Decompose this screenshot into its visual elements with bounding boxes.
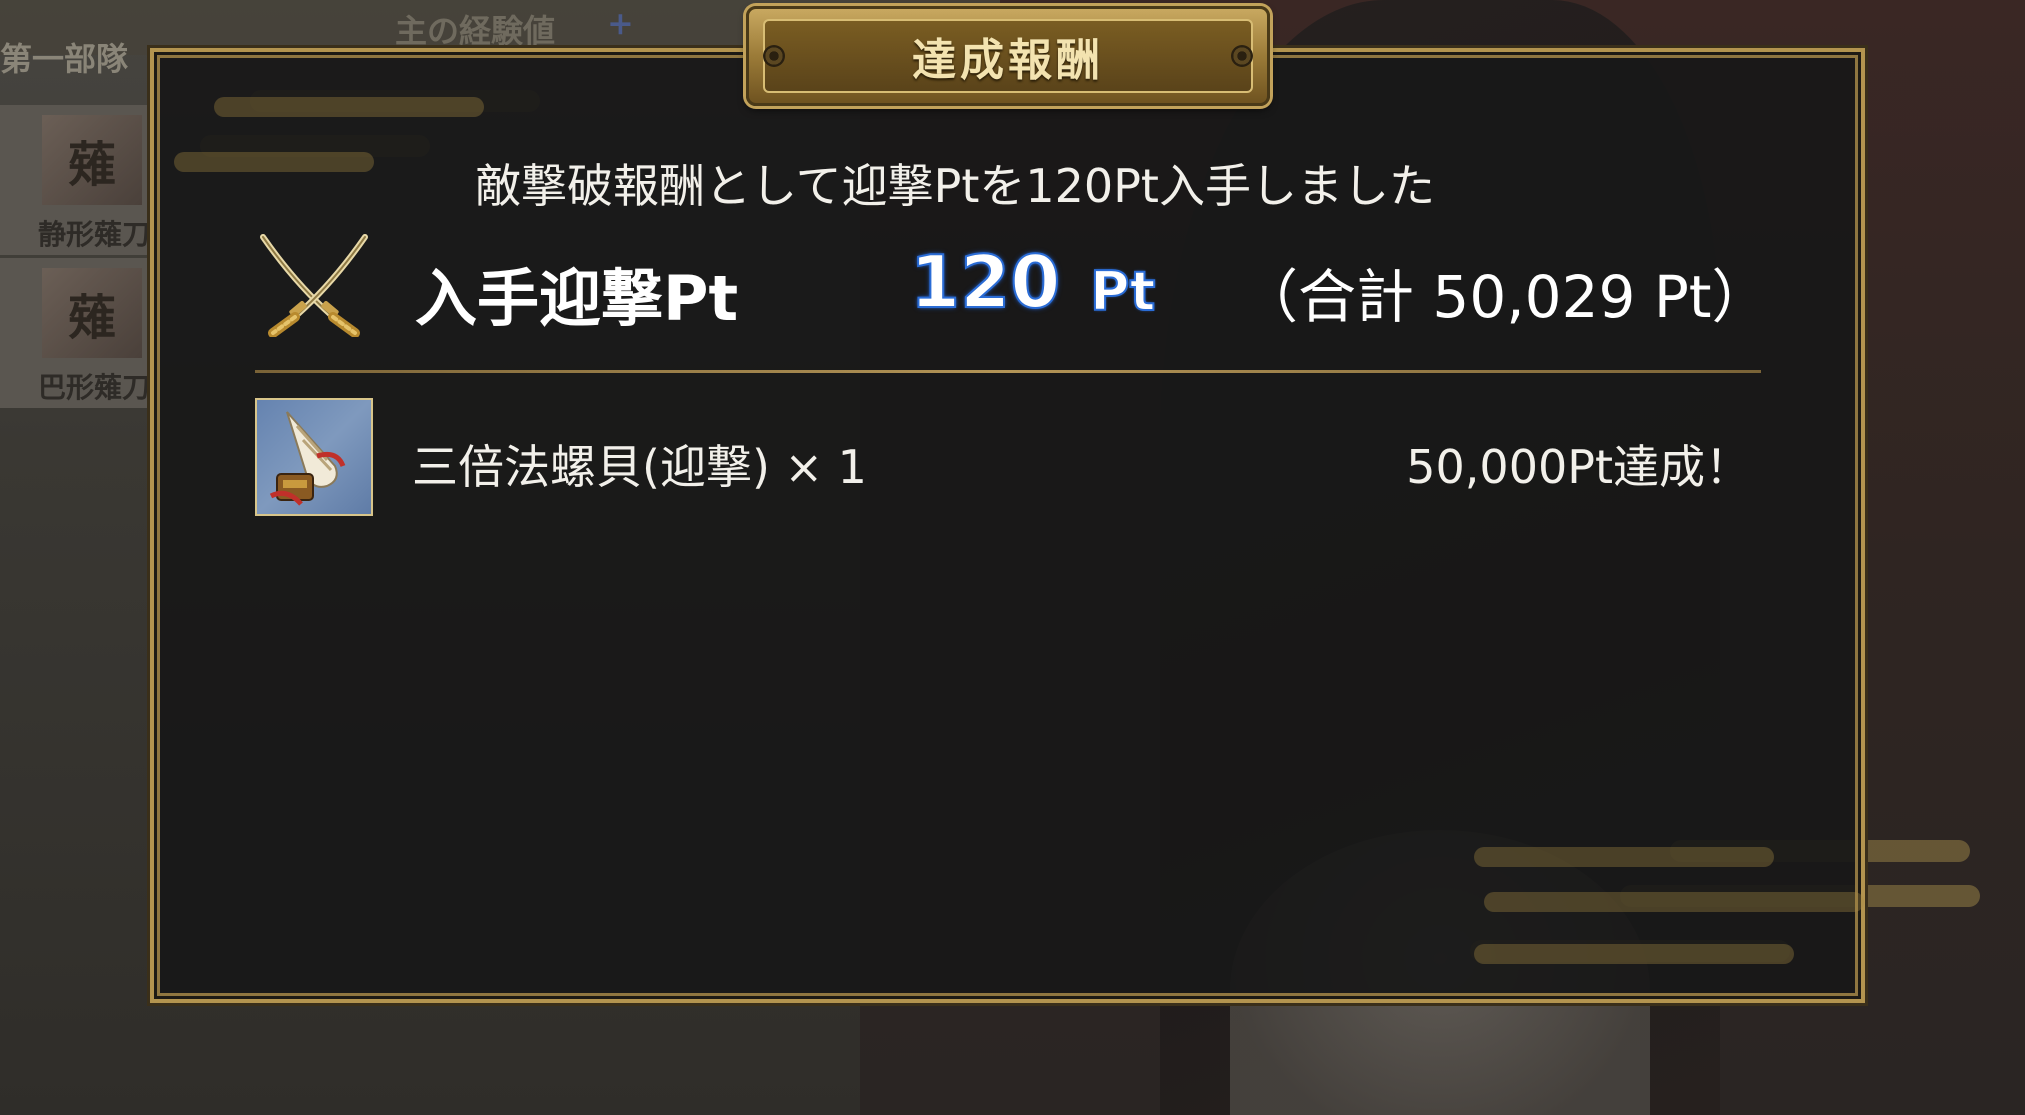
reward-milestone-label: 50,000Pt達成！: [1406, 440, 1751, 494]
points-row: 入手迎撃Pt 120 Pt （合計 50,029 Pt）: [255, 230, 1770, 340]
dialog-title-plate: 達成報酬: [746, 6, 1270, 106]
points-label: 入手迎撃Pt: [415, 262, 739, 335]
cloud-decoration: [214, 97, 484, 117]
points-total: （合計 50,029 Pt）: [1240, 263, 1770, 331]
conch-shell-graphic: [257, 400, 371, 514]
cloud-decoration: [1474, 847, 1774, 867]
cloud-decoration: [174, 152, 374, 172]
plus-icon: +: [607, 4, 634, 42]
cloud-decoration: [1474, 944, 1794, 964]
cloud-decoration: [1484, 892, 1864, 912]
points-unit: Pt: [1089, 259, 1156, 324]
card-crest: 薙: [42, 115, 142, 205]
reward-message: 敵撃破報酬として迎撃Ptを120Pt入手しました: [475, 159, 1435, 213]
conch-shell-icon: [255, 398, 373, 516]
card-name: 巴形薙刀: [38, 371, 151, 404]
reward-item-name: 三倍法螺貝(迎撃) × 1: [412, 440, 867, 494]
card-crest: 薙: [42, 268, 142, 358]
crest-icon: [1231, 45, 1253, 67]
dialog-title: 達成報酬: [912, 35, 1104, 86]
background-exp-label: 主の経験値: [395, 12, 556, 50]
dialog-title-frame: 達成報酬: [763, 19, 1253, 93]
crossed-swords-icon: [260, 234, 368, 337]
divider: [255, 370, 1761, 373]
card-name: 静形薙刀: [38, 218, 151, 251]
background-sword-card: 薙 巴形薙刀: [0, 258, 150, 408]
background-troop-label: 第一部隊: [0, 40, 129, 78]
points-earned-value: 120: [909, 239, 1061, 325]
crest-icon: [763, 45, 785, 67]
background-sword-card: 薙 静形薙刀: [0, 105, 150, 255]
reward-item-row: 三倍法螺貝(迎撃) × 1 50,000Pt達成！: [255, 398, 1765, 518]
